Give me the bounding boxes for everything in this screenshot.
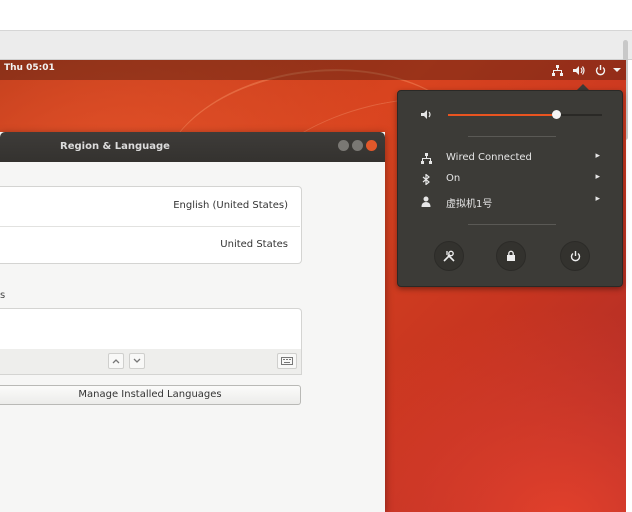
settings-icon (443, 250, 455, 262)
user-item[interactable]: 虚拟机1号 ▸ (398, 192, 622, 212)
manage-languages-button[interactable]: Manage Installed Languages (0, 385, 301, 405)
volume-slider-handle[interactable] (552, 110, 561, 119)
minimize-button[interactable] (338, 140, 349, 151)
window-body: English (United States) United States s … (0, 162, 385, 512)
volume-slider[interactable] (448, 110, 602, 119)
volume-slider-fill (448, 114, 556, 116)
system-menu: Wired Connected ▸ On ▸ 虚拟机1号 ▸ (397, 90, 623, 287)
chevron-up-icon (112, 359, 120, 364)
formats-value: United States (220, 239, 288, 250)
keyboard-icon (281, 357, 293, 365)
language-formats-card: English (United States) United States (0, 186, 302, 264)
clock[interactable]: Thu 05:01 (4, 63, 55, 73)
bluetooth-icon (420, 173, 432, 185)
power-off-button[interactable] (560, 241, 590, 271)
bluetooth-item[interactable]: On ▸ (398, 170, 622, 190)
formats-row[interactable]: United States (0, 226, 302, 265)
chevron-down-icon (133, 358, 141, 363)
keyboard-layout-button[interactable] (277, 353, 297, 369)
chevron-right-icon: ▸ (595, 151, 600, 161)
lock-button[interactable] (496, 241, 526, 271)
settings-button[interactable] (434, 241, 464, 271)
chevron-down-icon[interactable] (610, 63, 624, 77)
menu-separator (468, 136, 556, 137)
volume-icon (421, 109, 433, 123)
power-menu-icon[interactable] (593, 63, 607, 77)
close-button[interactable] (366, 140, 377, 151)
chevron-right-icon: ▸ (595, 172, 600, 182)
region-language-window: Region & Language English (United States… (0, 132, 385, 512)
language-value: English (United States) (173, 200, 288, 211)
menu-item-label: 虚拟机1号 (446, 199, 493, 210)
language-row[interactable]: English (United States) (0, 187, 302, 226)
input-sources-label: s (0, 290, 6, 301)
input-sources-list[interactable] (0, 308, 302, 350)
move-down-button[interactable] (129, 353, 145, 369)
maximize-button[interactable] (352, 140, 363, 151)
user-icon (420, 195, 432, 207)
top-panel: Thu 05:01 (0, 60, 626, 80)
power-icon (570, 250, 580, 261)
move-up-button[interactable] (108, 353, 124, 369)
volume-icon[interactable] (572, 63, 586, 77)
host-browser-area (0, 0, 632, 30)
wired-connected-item[interactable]: Wired Connected ▸ (398, 149, 622, 169)
menu-separator (468, 224, 556, 225)
window-title: Region & Language (60, 141, 170, 152)
window-titlebar[interactable]: Region & Language (0, 132, 385, 162)
chevron-right-icon: ▸ (595, 194, 600, 204)
lock-icon (507, 250, 515, 261)
input-sources-toolbar (0, 349, 302, 375)
menu-item-label: Wired Connected (446, 152, 532, 163)
network-wired-icon (420, 152, 432, 164)
menu-item-label: On (446, 173, 461, 184)
host-toolbar (0, 30, 632, 60)
network-icon[interactable] (550, 63, 564, 77)
